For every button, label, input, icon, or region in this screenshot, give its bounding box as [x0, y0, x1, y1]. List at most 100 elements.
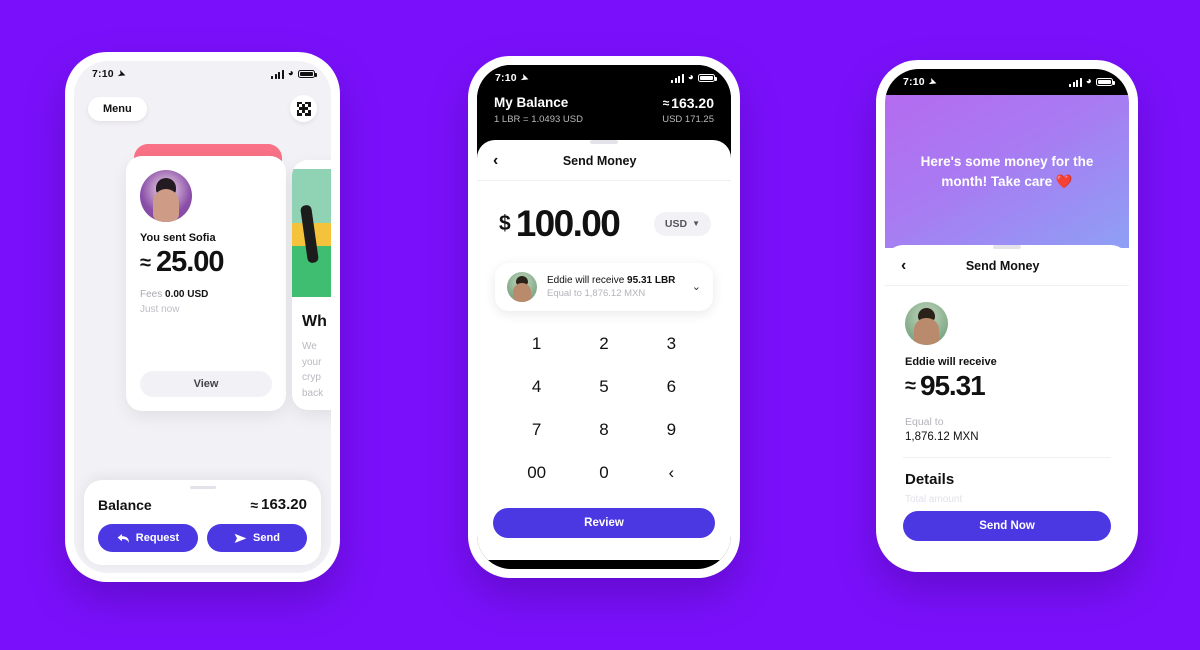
key-00[interactable]: 00 — [503, 460, 570, 486]
key-6[interactable]: 6 — [638, 374, 705, 400]
location-arrow-icon: ➤ — [927, 75, 939, 88]
view-button[interactable]: View — [140, 371, 272, 397]
key-5[interactable]: 5 — [570, 374, 637, 400]
peek-card[interactable]: Wh We your cryp back — [292, 160, 331, 410]
request-button-label: Request — [135, 532, 180, 544]
drag-handle[interactable] — [189, 486, 216, 489]
exchange-rate: 1 LBR = 1.0493 USD — [494, 114, 583, 125]
details-heading: Details — [905, 470, 955, 488]
recipient-text: Eddie will receive 95.31 LBR Equal to 1,… — [547, 275, 682, 299]
key-4[interactable]: 4 — [503, 374, 570, 400]
receipt-title: You sent Sofia — [140, 232, 216, 244]
currency-selector[interactable]: USD ▼ — [653, 211, 711, 236]
phone-1-topbar: Menu — [74, 87, 331, 122]
status-bar: 7:10 ➤ ◕ — [74, 61, 331, 87]
battery-icon — [298, 69, 317, 79]
key-9[interactable]: 9 — [638, 417, 705, 443]
key-0[interactable]: 0 — [570, 460, 637, 486]
equal-to-value: 1,876.12 MXN — [905, 430, 979, 443]
location-arrow-icon: ➤ — [519, 71, 531, 84]
libra-symbol-icon: ≈ — [905, 374, 916, 397]
recipient-card[interactable]: Eddie will receive 95.31 LBR Equal to 1,… — [495, 262, 713, 311]
balance-value: ≈ 163.20 — [250, 496, 307, 513]
currency-selector-label: USD — [664, 217, 688, 230]
balance-label: Balance — [98, 496, 152, 513]
qr-code-icon — [296, 101, 311, 116]
location-arrow-icon: ➤ — [116, 67, 128, 80]
numeric-keypad: 1 2 3 4 5 6 7 8 9 00 0 ‹ — [477, 331, 731, 486]
nav-bar: ‹ Send Money — [885, 249, 1129, 286]
card-stack: You sent Sofia ≈ 25.00 Fees 0.00 USD Jus… — [74, 144, 331, 411]
libra-symbol-icon: ≈ — [662, 96, 670, 110]
peek-line: We — [302, 341, 317, 352]
nav-bar: ‹ Send Money — [477, 144, 731, 181]
backspace-icon[interactable]: ‹ — [638, 460, 705, 486]
balance-header: My Balance ≈ 163.20 1 LBR = 1.0493 USD U… — [477, 91, 731, 138]
page-title: Send Money — [562, 153, 637, 168]
chevron-down-icon: ▼ — [692, 219, 700, 228]
menu-button[interactable]: Menu — [88, 96, 147, 121]
receive-label: Eddie will receive — [905, 355, 997, 368]
receive-amount-row: ≈ 95.31 — [905, 370, 1129, 402]
send-money-sheet: ‹ Send Money Eddie will receive ≈ 95.31 … — [885, 245, 1129, 563]
page-title: Send Money — [965, 258, 1040, 273]
fees-row: Fees 0.00 USD — [140, 289, 272, 300]
key-7[interactable]: 7 — [503, 417, 570, 443]
my-balance-label: My Balance — [494, 95, 569, 110]
key-3[interactable]: 3 — [638, 331, 705, 357]
request-button[interactable]: Request — [98, 524, 198, 552]
recipient-amount: 95.31 LBR — [627, 274, 676, 286]
fees-label: Fees — [140, 289, 163, 300]
balance-bar: Balance ≈ 163.20 Request Send — [84, 480, 321, 565]
send-money-sheet: ‹ Send Money $ 100.00 USD ▼ Eddie will r… — [477, 140, 731, 560]
phone-1-body: Menu You sent Sofia ≈ 25.00 Fees 0.00 US… — [74, 87, 331, 573]
reply-arrow-icon — [117, 533, 129, 543]
status-bar: 7:10 ➤ ◕ — [885, 69, 1129, 95]
receipt-amount-value: 25.00 — [155, 246, 225, 278]
avatar — [905, 301, 948, 345]
cellular-bars-icon — [671, 73, 684, 83]
amount-entry-row: $ 100.00 USD ▼ — [477, 181, 731, 245]
chevron-down-icon[interactable]: ⌄ — [692, 280, 701, 293]
recipient-line-1: Eddie will receive 95.31 LBR — [547, 275, 682, 286]
my-balance-amount: 163.20 — [671, 95, 714, 111]
receipt-timestamp: Just now — [140, 304, 180, 315]
details-row-obscured: Total amount — [905, 493, 963, 505]
send-now-button[interactable]: Send Now — [903, 511, 1111, 541]
libra-symbol-icon: ≈ — [250, 496, 259, 513]
status-time: 7:10 — [903, 76, 925, 88]
message-text: Here's some money for the month! Take ca… — [920, 153, 1094, 189]
usd-equivalent: USD 171.25 — [662, 114, 714, 125]
peek-card-body: We your cryp back — [302, 339, 331, 401]
phone-3-screen: 7:10 ➤ ◕ Here's some money for the month… — [885, 69, 1129, 563]
libra-symbol-icon: ≈ — [140, 251, 151, 274]
peek-card-title: Wh — [302, 313, 327, 330]
peek-card-illustration — [292, 169, 331, 297]
receipt-amount: ≈ 25.00 — [140, 246, 272, 279]
phone-2-screen: 7:10 ➤ ◕ My Balance ≈ 163.20 1 LBR = 1.0… — [477, 65, 731, 569]
message-banner: Here's some money for the month! Take ca… — [885, 95, 1129, 248]
divider — [903, 456, 1111, 458]
key-2[interactable]: 2 — [570, 331, 637, 357]
balance-actions: Request Send — [98, 524, 307, 552]
wifi-icon: ◕ — [1085, 76, 1092, 87]
avatar — [140, 170, 192, 222]
key-1[interactable]: 1 — [503, 331, 570, 357]
send-button[interactable]: Send — [207, 524, 307, 552]
wifi-icon: ◕ — [287, 68, 294, 79]
avatar — [507, 271, 537, 302]
status-bar: 7:10 ➤ ◕ — [477, 65, 731, 91]
send-button-label: Send — [253, 532, 280, 544]
phone-1: 7:10 ➤ ◕ Menu You sent Sofia ≈ 25.00 Fee… — [65, 52, 340, 582]
phone-3: 7:10 ➤ ◕ Here's some money for the month… — [876, 60, 1138, 572]
paper-plane-icon — [234, 533, 247, 543]
amount-input-value[interactable]: 100.00 — [516, 203, 621, 245]
currency-symbol: $ — [499, 211, 511, 235]
receipt-card[interactable]: You sent Sofia ≈ 25.00 Fees 0.00 USD Jus… — [126, 156, 286, 411]
equal-to-label: Equal to — [905, 415, 944, 428]
status-time: 7:10 — [495, 72, 517, 84]
key-8[interactable]: 8 — [570, 417, 637, 443]
qr-code-button[interactable] — [290, 95, 317, 122]
review-button[interactable]: Review — [493, 508, 715, 538]
phone-1-screen: 7:10 ➤ ◕ Menu You sent Sofia ≈ 25.00 Fee… — [74, 61, 331, 573]
